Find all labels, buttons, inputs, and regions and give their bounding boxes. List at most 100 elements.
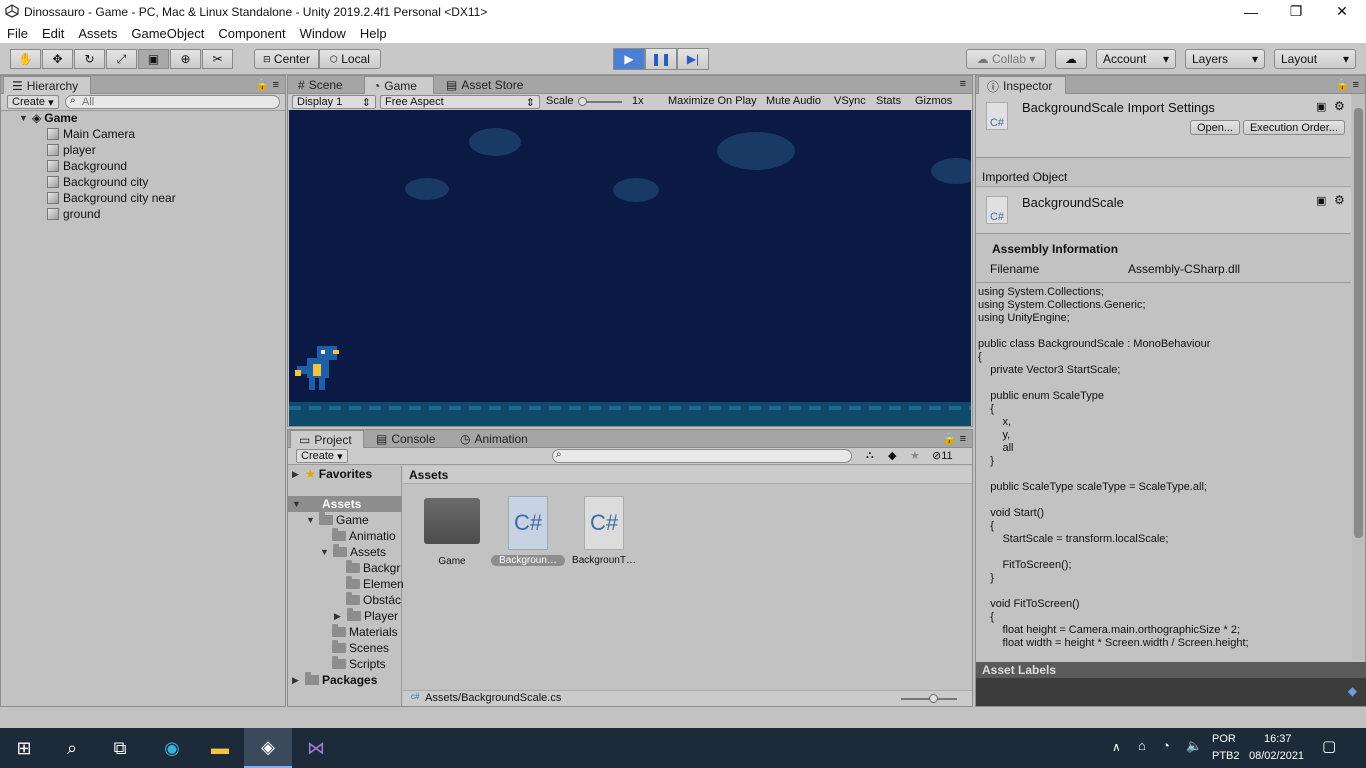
cloud-button[interactable]: ☁	[1055, 49, 1087, 69]
menu-assets[interactable]: Assets	[71, 26, 124, 41]
tree-node-scripts[interactable]: Scripts	[332, 656, 386, 672]
minimize-button[interactable]: —	[1228, 0, 1274, 23]
menu-gameobject[interactable]: GameObject	[124, 26, 211, 41]
execution-order-button[interactable]: Execution Order...	[1243, 120, 1345, 135]
tree-node-materials[interactable]: Materials	[332, 624, 398, 640]
edge-browser-icon[interactable]: ◉	[148, 728, 196, 768]
vsync-toggle[interactable]: VSync	[834, 95, 866, 107]
star-icon[interactable]: ★	[910, 449, 920, 462]
tray-chevron-up-icon[interactable]: ∧	[1112, 740, 1121, 754]
tree-node-game[interactable]: ▼ Game	[306, 512, 369, 528]
tree-node-player[interactable]: ▶ Player	[334, 608, 398, 624]
unity-taskbar-icon[interactable]: ◈	[244, 728, 292, 768]
play-button[interactable]: ▶	[613, 48, 645, 70]
tab-scene[interactable]: # Scene	[290, 76, 362, 94]
tab-project[interactable]: ▭ Project	[290, 430, 364, 449]
list-item[interactable]: Background	[47, 158, 127, 174]
asset-script-backgroundscale[interactable]: C# Backgroun…	[491, 496, 565, 566]
restore-button[interactable]: ❐	[1273, 0, 1319, 23]
layers-dropdown[interactable]: Layers ▾	[1185, 49, 1265, 69]
list-item[interactable]: ground	[47, 206, 100, 222]
display-dropdown[interactable]: Display 1 ⇕	[292, 95, 376, 109]
menu-edit[interactable]: Edit	[35, 26, 71, 41]
panel-menu-icon[interactable]: 🔒 ≡	[256, 78, 279, 91]
list-item[interactable]: player	[47, 142, 96, 158]
project-search-input[interactable]	[552, 449, 852, 463]
aspect-dropdown[interactable]: Free Aspect ⇕	[380, 95, 540, 109]
asset-folder-game[interactable]: Game	[422, 498, 482, 567]
icon-size-slider-thumb[interactable]	[929, 694, 938, 703]
packages-node[interactable]: ▶ Packages	[292, 672, 377, 688]
scale-slider-thumb[interactable]	[578, 97, 587, 106]
create-dropdown[interactable]: Create ▾	[7, 95, 59, 109]
account-dropdown[interactable]: Account ▾	[1096, 49, 1176, 69]
task-view-icon[interactable]: ⧉	[96, 728, 144, 768]
menu-help[interactable]: Help	[353, 26, 394, 41]
menu-file[interactable]: File	[0, 26, 35, 41]
hidden-count-badge[interactable]: ⊘11	[932, 449, 953, 462]
pivot-toggle[interactable]: ⊟ Center	[254, 49, 319, 69]
tag-icon[interactable]: ◆	[1348, 684, 1357, 698]
gear-icon[interactable]: ⚙	[1334, 99, 1345, 113]
tree-node-assets-sub[interactable]: ▼ Assets	[320, 544, 386, 560]
rotate-tool-icon[interactable]: ↻	[74, 49, 105, 69]
notifications-icon[interactable]: ▢	[1322, 737, 1336, 755]
panel-menu-icon[interactable]: 🔒 ≡	[1336, 78, 1359, 91]
close-button[interactable]: ✕	[1319, 0, 1365, 23]
gear-icon[interactable]: ⚙	[1334, 193, 1345, 207]
clock-time[interactable]: 16:37	[1264, 733, 1292, 745]
maximize-on-play-toggle[interactable]: Maximize On Play	[668, 95, 757, 107]
pause-button[interactable]: ❚❚	[645, 48, 677, 70]
inspector-scrollbar[interactable]	[1352, 94, 1365, 660]
collab-dropdown[interactable]: ☁ Collab ▾	[966, 49, 1046, 69]
tree-node-animation[interactable]: Animatio	[332, 528, 396, 544]
tree-node-background[interactable]: Backgr	[346, 560, 400, 576]
step-button[interactable]: ▶|	[677, 48, 709, 70]
list-item[interactable]: Main Camera	[47, 126, 135, 142]
game-viewport[interactable]	[289, 110, 971, 426]
gizmos-dropdown[interactable]: Gizmos	[915, 95, 952, 107]
help-book-icon[interactable]: ▣	[1316, 194, 1326, 207]
favorites-node[interactable]: ▶ ★ Favorites	[292, 466, 372, 482]
tab-game[interactable]: ◔ Game	[364, 76, 434, 95]
windows-start-icon[interactable]: ⊞	[0, 728, 48, 768]
label-tag-icon[interactable]: ◆	[888, 449, 896, 462]
hand-tool-icon[interactable]: ✋	[10, 49, 41, 69]
asset-script-backgroundt[interactable]: C# BackgrounT…	[567, 496, 641, 566]
stats-toggle[interactable]: Stats	[876, 95, 901, 107]
scrollbar-thumb[interactable]	[1354, 108, 1363, 538]
list-item[interactable]: Background city near	[47, 190, 176, 206]
tab-hierarchy[interactable]: ☰ Hierarchy	[3, 76, 91, 95]
rect-tool-icon[interactable]: ▣	[138, 49, 169, 69]
help-book-icon[interactable]: ▣	[1316, 100, 1326, 113]
filter-type-icon[interactable]: ⛬	[866, 449, 874, 462]
menu-component[interactable]: Component	[211, 26, 292, 41]
menu-window[interactable]: Window	[293, 26, 353, 41]
tab-animation[interactable]: ◷ Animation	[452, 430, 544, 448]
space-toggle[interactable]: ⬡ Local	[319, 49, 381, 69]
tree-node-obstacles[interactable]: Obstác	[346, 592, 401, 608]
custom-tool-icon[interactable]: ✂	[202, 49, 233, 69]
assets-node[interactable]: ▼ Assets	[288, 496, 402, 512]
wifi-icon[interactable]: ◔	[1162, 738, 1170, 753]
tree-node-scenes[interactable]: Scenes	[332, 640, 389, 656]
panel-menu-icon[interactable]: ≡	[960, 78, 966, 90]
visual-studio-icon[interactable]: ⋈	[292, 728, 340, 768]
tree-node-elements[interactable]: Elemen	[346, 576, 404, 592]
clock-date[interactable]: 08/02/2021	[1249, 750, 1304, 762]
scale-tool-icon[interactable]: ⤢	[106, 49, 137, 69]
project-create-dropdown[interactable]: Create ▾	[296, 449, 348, 463]
layout-dropdown[interactable]: Layout ▾	[1274, 49, 1356, 69]
network-icon[interactable]: ⌂	[1138, 738, 1146, 753]
keyboard-layout[interactable]: PTB2	[1212, 750, 1240, 762]
move-tool-icon[interactable]: ✥	[42, 49, 73, 69]
panel-menu-icon[interactable]: 🔒 ≡	[943, 432, 966, 445]
hierarchy-search-input[interactable]	[65, 95, 280, 109]
file-explorer-icon[interactable]: ▬	[196, 728, 244, 768]
scene-root[interactable]: ▼ ◈ Game	[19, 110, 78, 126]
tab-inspector[interactable]: ⓘ Inspector	[978, 76, 1066, 95]
tab-console[interactable]: ▤ Console	[368, 430, 446, 448]
search-icon[interactable]: ⌕	[48, 728, 96, 768]
mute-audio-toggle[interactable]: Mute Audio	[766, 95, 821, 107]
open-button[interactable]: Open...	[1190, 120, 1240, 135]
